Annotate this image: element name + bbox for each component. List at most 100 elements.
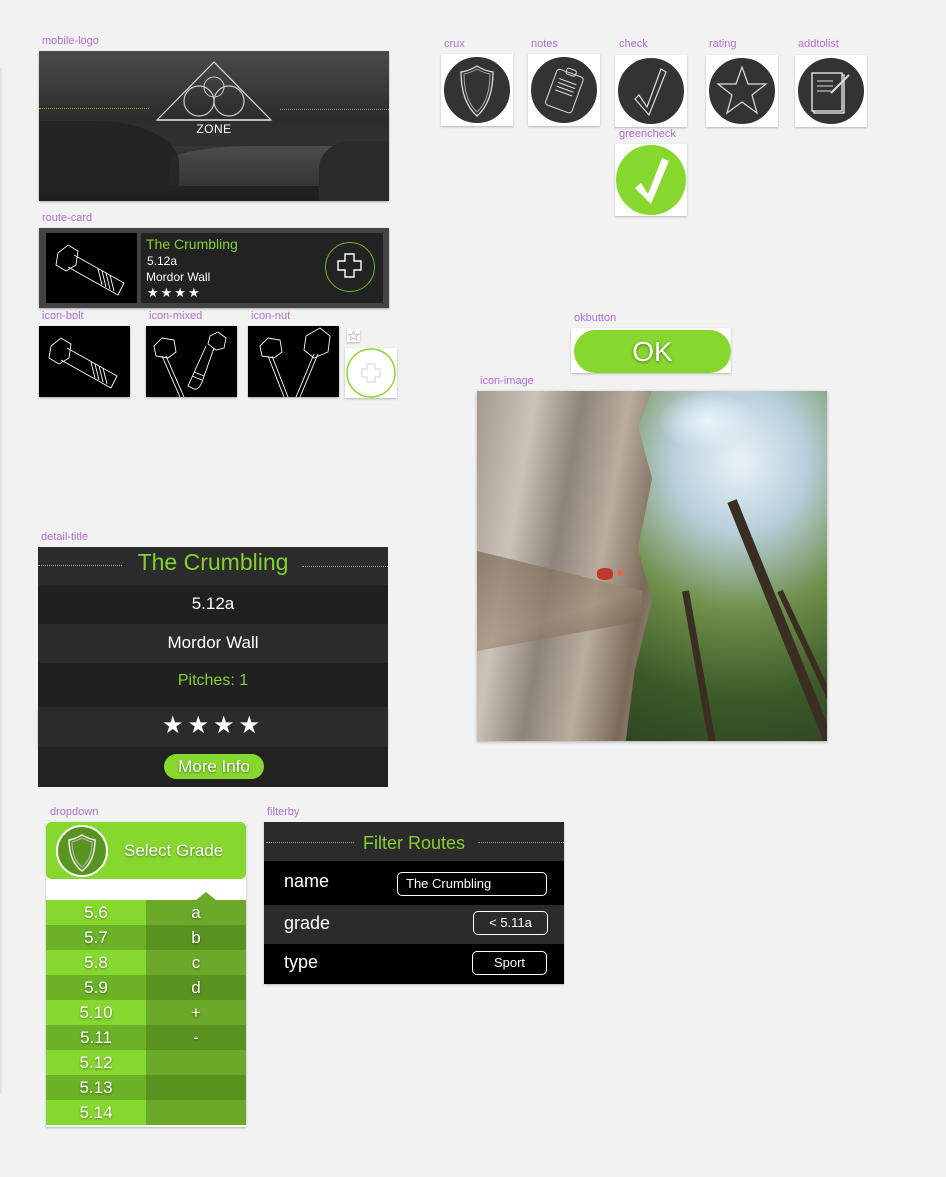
photo-climber-helmet [617, 570, 623, 576]
divider-right [280, 109, 389, 110]
grade-dropdown-toggle[interactable]: Select Grade [46, 822, 246, 879]
route-card[interactable]: The Crumbling 5.12a Mordor Wall ★★★★ [39, 228, 389, 308]
addtolist-tile[interactable] [795, 55, 867, 127]
photo-tree-trunk [682, 590, 721, 741]
grade-option-row: 5.8 c [46, 950, 246, 975]
detail-rating-stars: ★★★★ [38, 707, 388, 747]
more-info-button[interactable]: More Info [164, 754, 264, 779]
divider-right [478, 842, 564, 843]
grade-option-row: 5.11- [46, 1025, 246, 1050]
grade-option[interactable]: 5.12 [46, 1050, 146, 1075]
route-thumbnail [46, 233, 137, 303]
green-check-icon [616, 145, 686, 215]
divider-right [302, 566, 388, 567]
route-wall: Mordor Wall [146, 270, 211, 284]
grade-option[interactable]: 5.14 [46, 1100, 146, 1125]
grade-option[interactable]: 5.10 [46, 1000, 146, 1025]
mobile-logo: ZONE [39, 51, 389, 201]
greencheck-tile[interactable] [615, 144, 687, 216]
grade-letter-option[interactable]: c [146, 950, 246, 975]
rating-tile[interactable] [706, 55, 778, 127]
grade-option-row: 5.6 a [46, 900, 246, 925]
check-icon [616, 56, 686, 126]
background-cliff-right [319, 141, 389, 201]
filter-row-name: name The Crumbling [264, 862, 564, 902]
artboard-label-detail-title: detail-title [41, 531, 89, 543]
filter-grade-label: grade [284, 913, 331, 933]
grade-letter-option[interactable]: a [146, 900, 246, 925]
grade-option[interactable]: 5.11 [46, 1025, 146, 1050]
detail-title: The Crumbling [137, 549, 289, 575]
grade-letter-option[interactable]: d [146, 975, 246, 1000]
artboard-label-greencheck: greencheck [619, 128, 676, 140]
shield-badge [56, 825, 108, 877]
grade-option-row: 5.10 + [46, 1000, 246, 1025]
grade-letter-option[interactable]: + [146, 1000, 246, 1025]
filter-name-input[interactable]: The Crumbling [397, 872, 547, 896]
crux-tile[interactable] [441, 54, 513, 126]
artboard-label-rating: rating [709, 38, 737, 50]
filter-name-label: name [284, 871, 330, 891]
detail-info-row: More Info [38, 747, 388, 787]
grade-option[interactable]: 5.9 [46, 975, 146, 1000]
grade-option-row: 5.14 [46, 1100, 246, 1125]
add-route-button[interactable] [325, 242, 375, 292]
grade-letter-option[interactable]: b [146, 925, 246, 950]
white-plus-tile[interactable] [345, 348, 397, 398]
detail-pitches: Pitches: 1 [38, 663, 388, 707]
filter-type-label: type [284, 952, 319, 972]
nut-icon [259, 327, 331, 398]
filter-title: Filter Routes [362, 833, 466, 853]
divider-left [39, 108, 149, 109]
artboard-label-check: check [619, 38, 648, 50]
mini-star-tile[interactable] [347, 329, 360, 342]
grade-options-list: 5.6 a 5.7 b 5.8 c 5.9 d 5.10 +5.11-5.12 5.13 5.14 [46, 900, 246, 1125]
artboard-label-dropdown: dropdown [50, 806, 99, 818]
dropdown-title: Select Grade [124, 841, 224, 860]
grade-letter-option[interactable]: - [146, 1025, 246, 1050]
bolt-icon [48, 337, 118, 389]
shield-icon [68, 834, 96, 872]
filter-grade-select[interactable]: < 5.11a [473, 911, 548, 935]
star-outline-icon [347, 329, 360, 341]
star-icon [707, 56, 777, 126]
logo-text: ZONE [196, 122, 232, 136]
grade-option-row: 5.7 b [46, 925, 246, 950]
route-name: The Crumbling [146, 236, 238, 252]
grade-option[interactable]: 5.7 [46, 925, 146, 950]
artboard-label-route-card: route-card [42, 212, 93, 224]
grade-letter-option[interactable] [146, 1100, 246, 1125]
grade-option[interactable]: 5.8 [46, 950, 146, 975]
zone-logo-icon [155, 61, 273, 121]
artboard-label-icon-mixed: icon-mixed [149, 310, 203, 322]
filter-row-type: type Sport [264, 944, 564, 984]
plus-icon [337, 253, 362, 278]
route-detail-panel: The Crumbling 5.12a Mordor Wall Pitches:… [38, 547, 388, 787]
mixed-gear-icon [153, 331, 227, 398]
grade-letter-option[interactable] [146, 1050, 246, 1075]
detail-wall: Mordor Wall [38, 624, 388, 663]
route-grade: 5.12a [147, 254, 178, 268]
grade-option[interactable]: 5.13 [46, 1075, 146, 1100]
filter-row-grade: grade < 5.11a [264, 905, 564, 944]
plus-circle-icon [346, 348, 396, 398]
filter-type-select[interactable]: Sport [472, 951, 547, 975]
ok-button[interactable]: OK [574, 330, 731, 373]
grade-option[interactable]: 5.6 [46, 900, 146, 925]
artboard-label-notes: notes [531, 38, 558, 50]
grade-option-row: 5.9 d [46, 975, 246, 1000]
artboard-label-okbutton: okbutton [574, 312, 617, 324]
artboard-label-icon-nut: icon-nut [251, 310, 291, 322]
icon-mixed-tile[interactable] [146, 326, 237, 398]
icon-bolt-tile[interactable] [39, 326, 130, 397]
divider-left [266, 842, 354, 843]
notes-tile[interactable] [528, 54, 600, 126]
canvas-edge [0, 68, 2, 1093]
check-tile[interactable] [615, 55, 687, 127]
detail-title-row: The Crumbling [38, 547, 388, 585]
icon-nut-tile[interactable] [248, 326, 339, 398]
divider-left [38, 565, 122, 566]
grade-letter-option[interactable] [146, 1075, 246, 1100]
detail-grade: 5.12a [38, 586, 388, 624]
route-card-body: The Crumbling 5.12a Mordor Wall ★★★★ [141, 233, 383, 303]
